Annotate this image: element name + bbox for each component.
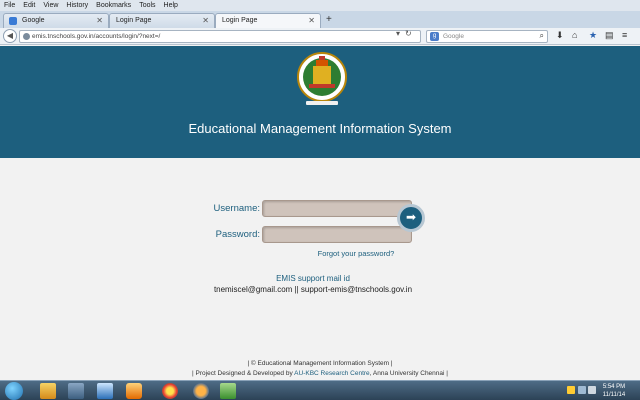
reload-icon[interactable]: ↻ [405, 29, 412, 38]
close-tab-icon[interactable]: ✕ [202, 16, 209, 25]
menu-icon[interactable]: ≡ [622, 30, 627, 40]
footer-copyright: | © Educational Management Information S… [247, 360, 393, 367]
chrome-icon[interactable] [162, 383, 178, 399]
browser-menubar: File Edit View History Bookmarks Tools H… [0, 0, 640, 11]
menu-history[interactable]: History [62, 0, 92, 11]
start-button[interactable] [5, 382, 23, 400]
windows-taskbar: 5:54 PM 11/11/14 [0, 380, 640, 400]
au-kbc-link[interactable]: AU-KBC Research Centre [294, 370, 370, 377]
download-icon[interactable]: ⬇ [556, 30, 564, 41]
url-text: emis.tnschools.gov.in/accounts/login/?ne… [32, 33, 161, 40]
tray-network-icon[interactable] [578, 386, 586, 394]
clock[interactable]: 5:54 PM 11/11/14 [596, 383, 632, 399]
support-mail-title: EMIS support mail id [276, 274, 350, 283]
menu-file[interactable]: File [0, 0, 19, 11]
navigation-bar: ◀ emis.tnschools.gov.in/accounts/login/?… [0, 28, 640, 45]
menu-help[interactable]: Help [160, 0, 182, 11]
tab-label: Login Page [222, 17, 258, 24]
bookmark-star-icon[interactable]: ★ [589, 30, 597, 41]
tray-flag-icon[interactable] [567, 386, 575, 394]
dropdown-arrow-icon[interactable]: ▾ [396, 29, 400, 38]
support-mail-addresses: tnemiscel@gmail.com || support-emis@tnsc… [213, 285, 413, 294]
back-button[interactable]: ◀ [3, 29, 17, 43]
globe-icon [23, 33, 30, 40]
new-tab-button[interactable]: + [326, 14, 332, 25]
search-icon[interactable]: ⌕ [540, 31, 544, 41]
excel-icon[interactable] [220, 383, 236, 399]
footer-credits-prefix: | Project Designed & Developed by [192, 370, 295, 377]
file-explorer-icon[interactable] [40, 383, 56, 399]
menu-view[interactable]: View [39, 0, 62, 11]
page-title: Educational Management Information Syste… [188, 121, 452, 136]
tab-google[interactable]: Google ✕ [3, 13, 109, 28]
tab-login-page-1[interactable]: Login Page ✕ [109, 13, 215, 28]
google-search-engine-icon[interactable]: g [430, 32, 439, 41]
close-tab-icon[interactable]: ✕ [96, 16, 103, 25]
menu-tools[interactable]: Tools [135, 0, 159, 11]
forgot-password-link[interactable]: Forgot your password? [36, 249, 640, 258]
bookmarks-menu-icon[interactable]: ▤ [605, 30, 614, 41]
internet-explorer-icon[interactable] [97, 383, 113, 399]
username-field[interactable] [262, 200, 412, 217]
clock-date: 11/11/14 [602, 392, 626, 398]
search-placeholder: Google [443, 33, 464, 40]
username-label: Username: [213, 203, 260, 214]
search-bar[interactable]: g Google ⌕ [426, 30, 548, 43]
footer-credits: | Project Designed & Developed by AU-KBC… [0, 370, 640, 377]
menu-edit[interactable]: Edit [19, 0, 39, 11]
tab-label: Google [22, 17, 45, 24]
login-submit-button[interactable]: ➡ [397, 204, 425, 232]
menu-bookmarks[interactable]: Bookmarks [92, 0, 135, 11]
google-favicon-icon [9, 17, 17, 25]
firefox-icon[interactable] [193, 383, 209, 399]
address-bar[interactable]: emis.tnschools.gov.in/accounts/login/?ne… [19, 30, 421, 43]
arrow-right-icon: ➡ [405, 210, 417, 224]
media-player-icon[interactable] [126, 383, 142, 399]
site-header: Educational Management Information Syste… [0, 46, 640, 158]
media-center-icon[interactable] [68, 383, 84, 399]
password-field[interactable] [262, 226, 412, 243]
clock-time: 5:54 PM [602, 384, 626, 390]
home-icon[interactable]: ⌂ [572, 30, 577, 40]
password-label: Password: [215, 229, 260, 240]
tab-label: Login Page [116, 17, 152, 24]
tray-volume-icon[interactable] [588, 386, 596, 394]
tab-login-page-2[interactable]: Login Page ✕ [215, 13, 321, 28]
close-tab-icon[interactable]: ✕ [308, 16, 315, 25]
footer-credits-suffix: , Anna University Chennai | [369, 370, 448, 377]
login-content: Username: Password: ➡ Forgot your passwo… [0, 158, 640, 380]
tamil-nadu-emblem-icon [297, 52, 347, 105]
tab-strip: Google ✕ Login Page ✕ Login Page ✕ + [0, 11, 640, 28]
